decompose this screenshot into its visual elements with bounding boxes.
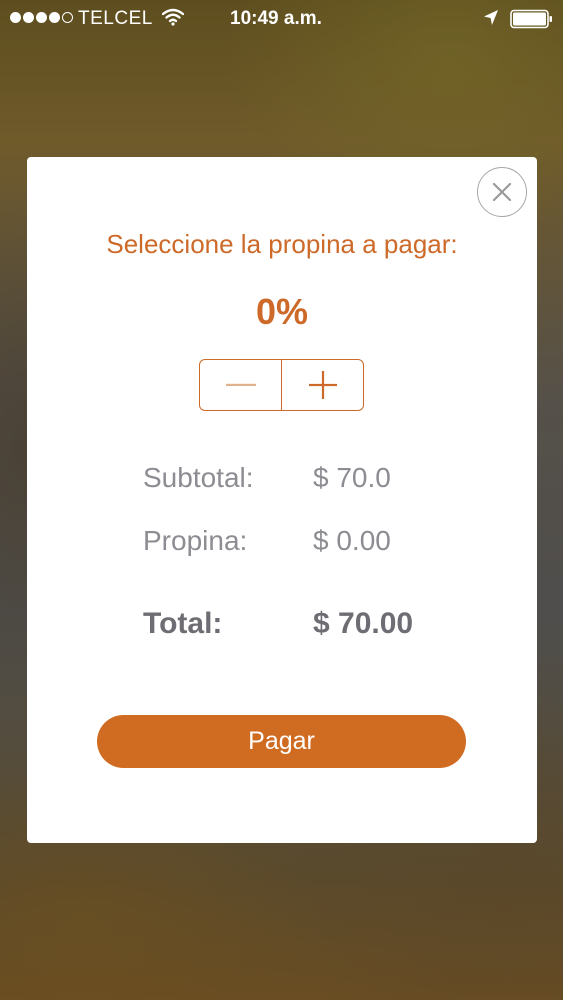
- location-arrow-icon: [483, 9, 499, 33]
- decrement-tip-button[interactable]: [200, 360, 281, 410]
- tip-label: Propina:: [143, 525, 248, 556]
- subtotal-label: Subtotal:: [143, 462, 254, 493]
- signal-dot: [36, 12, 47, 23]
- increment-tip-button[interactable]: [281, 360, 363, 410]
- status-bar: TELCEL 10:49 a.m.: [0, 0, 563, 38]
- tip-value: $ 0.00: [313, 525, 391, 556]
- subtotal-row: Subtotal: $ 70.0: [27, 462, 537, 502]
- signal-dot: [10, 12, 21, 23]
- minus-icon: [225, 383, 256, 386]
- signal-strength-icon: [10, 12, 73, 23]
- subtotal-value: $ 70.0: [313, 462, 391, 493]
- tip-prompt: Seleccione la propina a pagar:: [106, 229, 458, 259]
- battery-icon: [510, 9, 554, 35]
- tip-modal: Seleccione la propina a pagar: 0% Subtot…: [27, 157, 537, 843]
- signal-dot-empty: [62, 12, 73, 23]
- tip-stepper: [199, 359, 364, 411]
- signal-dot: [23, 12, 34, 23]
- wifi-icon: [161, 8, 185, 32]
- total-value: $ 70.00: [313, 607, 414, 640]
- pay-button[interactable]: Pagar: [97, 715, 466, 768]
- tip-row: Propina: $ 0.00: [27, 525, 537, 565]
- total-row: Total: $ 70.00: [27, 607, 537, 647]
- status-time: 10:49 a.m.: [230, 8, 322, 29]
- tip-percentage: 0%: [255, 291, 309, 332]
- close-icon: [492, 182, 512, 202]
- total-label: Total:: [143, 607, 223, 640]
- carrier-name: TELCEL: [78, 8, 153, 29]
- signal-dot: [49, 12, 60, 23]
- plus-icon: [308, 371, 337, 399]
- close-button[interactable]: [477, 167, 527, 217]
